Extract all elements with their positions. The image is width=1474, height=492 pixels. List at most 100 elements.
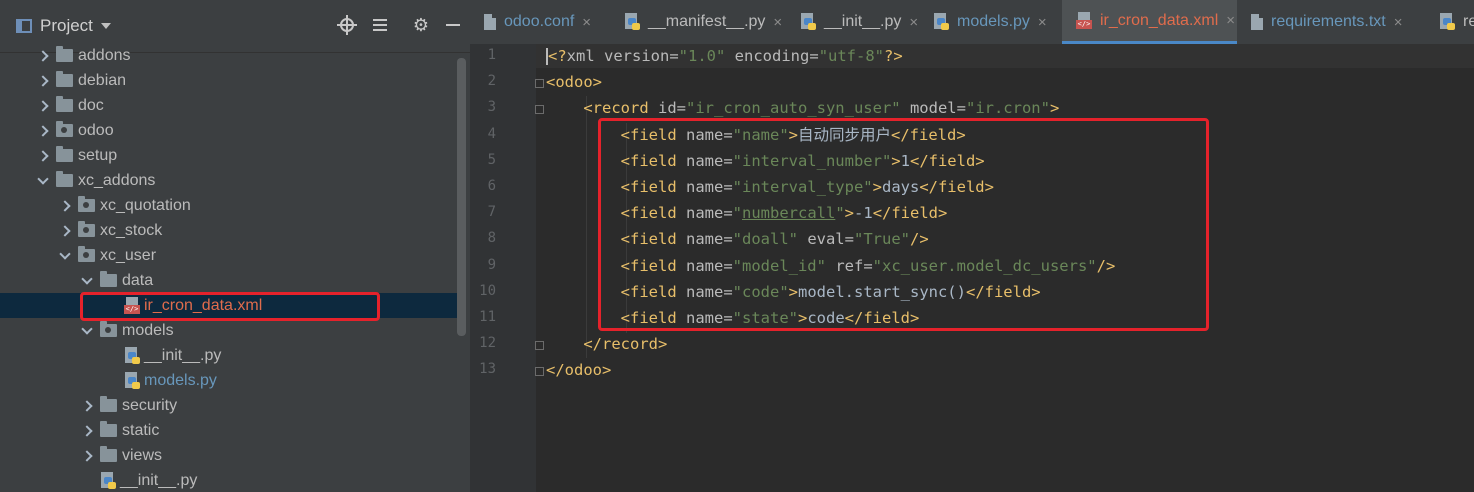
tree-item[interactable]: </> ir_cron_data.xml — [0, 293, 466, 318]
tree-item[interactable]: addons — [0, 43, 466, 68]
package-folder-icon — [78, 221, 95, 237]
close-icon[interactable]: × — [1038, 14, 1047, 31]
code-token: "model_id" — [732, 257, 826, 275]
code-token: <field — [546, 283, 686, 301]
chevron-down-icon[interactable] — [80, 324, 94, 338]
chevron-right-icon[interactable] — [36, 99, 50, 113]
code-token: "interval_number" — [732, 152, 892, 170]
code-line[interactable]: <field name="code">model.start_sync()</f… — [546, 280, 1041, 304]
close-icon[interactable]: × — [909, 14, 918, 31]
code-token: name — [685, 178, 724, 196]
code-line[interactable]: </record> — [546, 332, 667, 356]
code-token: = — [723, 152, 733, 170]
editor-tab[interactable]: </> ir_cron_data.xml × — [1062, 0, 1237, 44]
folder-icon — [56, 96, 73, 112]
chevron-right-icon[interactable] — [80, 399, 94, 413]
code-line[interactable]: <?xml version="1.0" encoding="utf-8"?> — [536, 44, 1474, 68]
close-icon[interactable]: × — [1394, 14, 1403, 31]
folder-icon — [56, 71, 73, 87]
code-token: = — [956, 99, 966, 117]
code-token: name — [685, 283, 724, 301]
tree-item[interactable]: xc_addons — [0, 168, 466, 193]
chevron-right-icon[interactable] — [80, 449, 94, 463]
tree-item-label: addons — [78, 46, 131, 64]
code-line[interactable]: <odoo> — [546, 70, 602, 94]
tree-item-label: static — [122, 421, 160, 439]
tree-item[interactable]: debian — [0, 68, 466, 93]
code-token: "code" — [732, 283, 789, 301]
tree-item[interactable]: xc_user — [0, 243, 466, 268]
code-token: /> — [1096, 257, 1116, 275]
chevron-right-icon[interactable] — [36, 49, 50, 63]
code-token: </field> — [872, 204, 948, 222]
tree-item[interactable]: data — [0, 268, 466, 293]
chevron-down-icon[interactable] — [80, 274, 94, 288]
tree-item[interactable]: xc_quotation — [0, 193, 466, 218]
tab-label: __manifest__.py — [648, 13, 766, 30]
python-file-icon — [124, 371, 140, 390]
close-icon[interactable]: × — [773, 14, 782, 31]
fold-marker-icon[interactable] — [535, 367, 544, 376]
editor-tab[interactable]: odoo.conf × — [470, 0, 610, 44]
chevron-down-icon[interactable] — [58, 249, 72, 263]
code-line[interactable]: <field name="interval_number">1</field> — [546, 149, 985, 173]
code-line[interactable]: <field name="model_id" ref="xc_user.mode… — [546, 254, 1116, 278]
chevron-right-icon[interactable] — [58, 224, 72, 238]
tree-scrollbar[interactable] — [457, 58, 466, 336]
code-token: <record — [546, 99, 658, 117]
close-icon[interactable]: × — [582, 14, 591, 31]
fold-marker-icon[interactable] — [535, 341, 544, 350]
text-file-icon — [484, 14, 496, 30]
tree-item[interactable]: odoo — [0, 118, 466, 143]
chevron-right-icon[interactable] — [80, 424, 94, 438]
fold-marker-icon[interactable] — [535, 79, 544, 88]
tree-item[interactable]: __init__.py — [0, 343, 466, 368]
tree-item[interactable]: views — [0, 443, 466, 468]
line-number: 9 — [487, 257, 496, 273]
code-line[interactable]: </odoo> — [546, 358, 611, 382]
line-number: 12 — [479, 335, 496, 351]
editor-tab[interactable]: __manifest__.py × — [610, 0, 786, 44]
project-view-selector[interactable]: Project — [16, 14, 111, 38]
code-token: id — [657, 99, 677, 117]
chevron-right-icon[interactable] — [36, 74, 50, 88]
code-line[interactable]: <field name="doall" eval="True"/> — [546, 227, 929, 251]
tree-item-label: __init__.py — [120, 471, 198, 489]
tree-item[interactable]: setup — [0, 143, 466, 168]
code-token: model — [900, 99, 957, 117]
package-folder-icon — [78, 246, 95, 262]
code-line[interactable]: <field name="state">code</field> — [546, 306, 920, 330]
code-line[interactable]: <field name="numbercall">-1</field> — [546, 201, 948, 225]
chevron-down-icon[interactable] — [36, 174, 50, 188]
code-line[interactable]: <field name="name">自动同步用户</field> — [546, 123, 966, 147]
tree-item[interactable]: security — [0, 393, 466, 418]
tree-item[interactable]: xc_stock — [0, 218, 466, 243]
code-token: " — [835, 204, 845, 222]
tree-item[interactable]: doc — [0, 93, 466, 118]
chevron-right-icon[interactable] — [36, 124, 50, 138]
hide-panel-button[interactable] — [443, 15, 463, 35]
code-line[interactable]: <field name="interval_type">days</field> — [546, 175, 994, 199]
tree-item[interactable]: models.py — [0, 368, 466, 393]
tree-item[interactable]: __init__.py — [0, 468, 466, 492]
fold-marker-icon[interactable] — [535, 105, 544, 114]
code-line[interactable]: <record id="ir_cron_auto_syn_user" model… — [546, 96, 1059, 120]
tree-item[interactable]: static — [0, 418, 466, 443]
code-token: "state" — [732, 309, 798, 327]
collapse-all-icon — [373, 17, 387, 33]
editor-tab[interactable]: re — [1425, 0, 1474, 44]
editor-tab[interactable]: requirements.txt × — [1237, 0, 1425, 44]
code-token: "1.0" — [678, 47, 726, 65]
editor-tab[interactable]: models.py × — [919, 0, 1062, 44]
settings-button[interactable]: ⚙ — [411, 15, 431, 35]
close-icon[interactable]: × — [1226, 12, 1235, 29]
code-token: = — [723, 230, 733, 248]
editor-tab[interactable]: __init__.py × — [786, 0, 919, 44]
collapse-all-button[interactable] — [370, 15, 390, 35]
locate-file-button[interactable] — [337, 15, 357, 35]
chevron-right-icon[interactable] — [36, 149, 50, 163]
chevron-right-icon[interactable] — [58, 199, 72, 213]
tree-item[interactable]: models — [0, 318, 466, 343]
tree-item-label: doc — [78, 96, 104, 114]
tree-item-label: xc_quotation — [100, 196, 191, 214]
